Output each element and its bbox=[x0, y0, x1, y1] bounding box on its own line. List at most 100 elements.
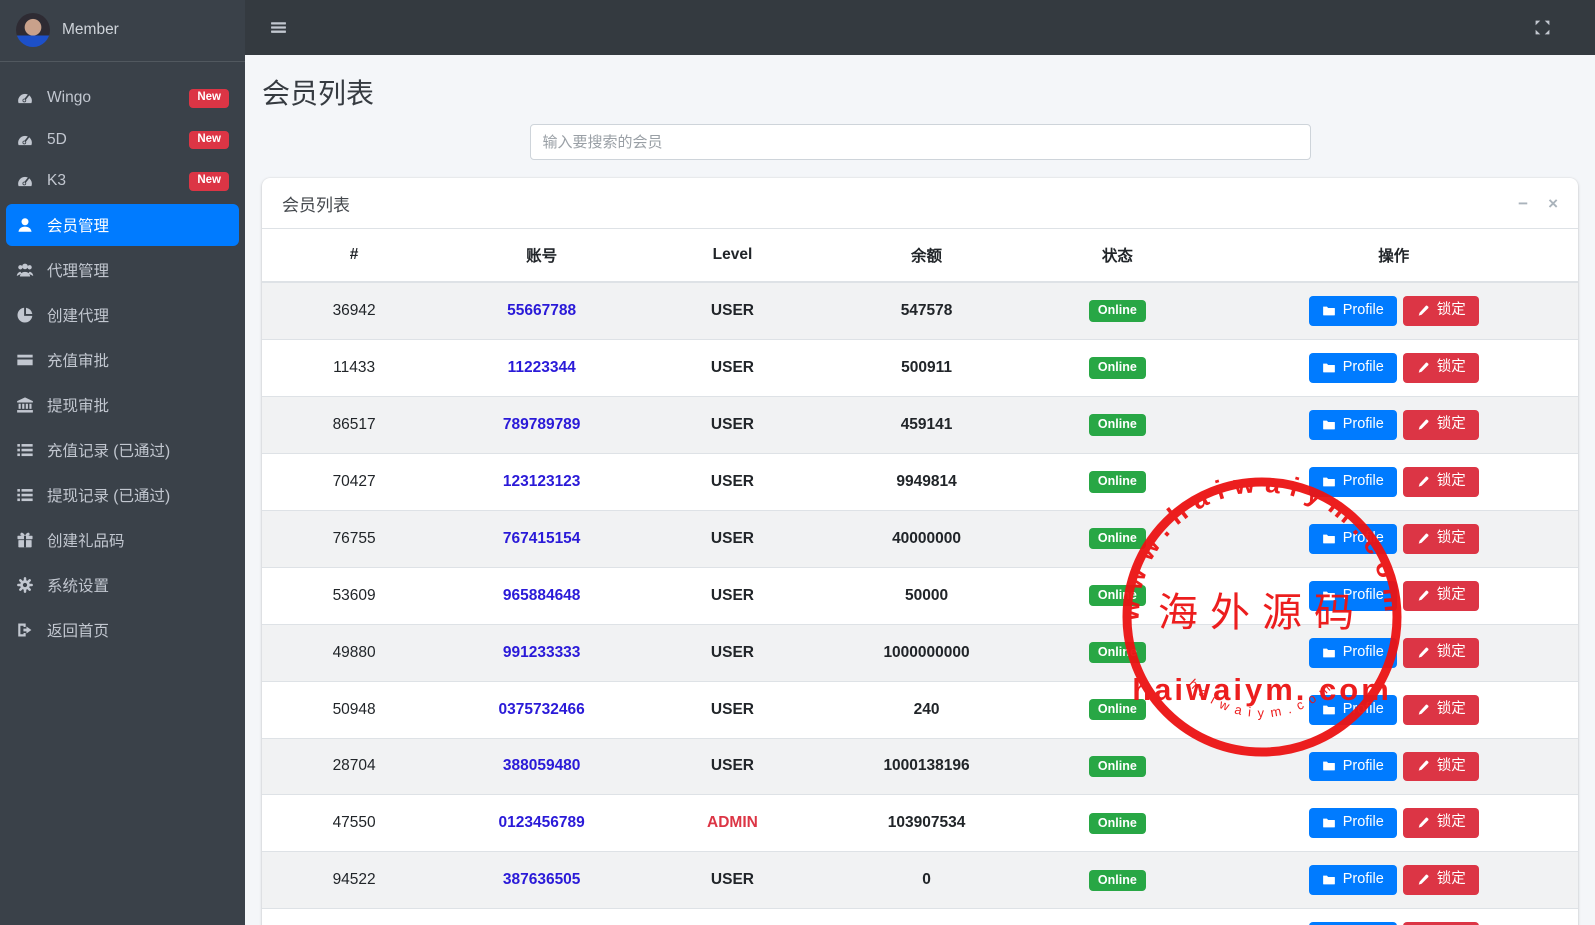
profile-button[interactable]: Profile bbox=[1308, 523, 1397, 554]
column-header: 状态 bbox=[1025, 228, 1210, 283]
cell-account: 11223344 bbox=[446, 338, 638, 397]
cell-balance: 0 bbox=[827, 851, 1026, 909]
cell-account: 0375732466 bbox=[446, 680, 638, 738]
sidebar-item-back-home[interactable]: 返回首页 bbox=[6, 609, 239, 651]
folder-icon bbox=[1322, 361, 1336, 375]
lock-button[interactable]: 锁定 bbox=[1402, 865, 1479, 896]
lock-button[interactable]: 锁定 bbox=[1402, 580, 1479, 611]
folder-icon bbox=[1322, 759, 1336, 773]
cell-status: Online bbox=[1025, 452, 1210, 511]
cell-id: 36942 bbox=[332, 301, 376, 319]
folder-icon bbox=[1322, 532, 1336, 546]
table-row: 11433 11223344 USER 500911 Online Profile 锁定 bbox=[262, 338, 1578, 397]
table-row: 94522 387636505 USER 0 Online Profile 锁定 bbox=[262, 851, 1578, 909]
sidebar-item-agent-manage[interactable]: 代理管理 bbox=[6, 249, 239, 291]
lock-button[interactable]: 锁定 bbox=[1402, 751, 1479, 782]
search-input[interactable] bbox=[529, 124, 1311, 160]
cell-balance: 1000000000 bbox=[827, 623, 1026, 682]
cell-id: 28704 bbox=[262, 737, 447, 795]
lock-button[interactable]: 锁定 bbox=[1402, 296, 1479, 326]
sidebar: Member Wingo New 5D New K3 New 会员管理 代理管理 创建代理 充值审… bbox=[0, 0, 245, 925]
lock-button[interactable]: 锁定 bbox=[1402, 637, 1479, 668]
cell-account: 388059480 bbox=[446, 737, 638, 795]
profile-button[interactable]: Profile bbox=[1308, 296, 1397, 326]
cell-id: 49880 bbox=[262, 623, 447, 682]
cell-id: 53609 bbox=[262, 566, 447, 625]
sidebar-item-k3[interactable]: K3 New bbox=[6, 162, 239, 201]
account-link[interactable]: 991233333 bbox=[503, 644, 581, 661]
sidebar-item-system-settings[interactable]: 系统设置 bbox=[6, 564, 239, 606]
status-badge: Online bbox=[1088, 527, 1146, 550]
table-row: 76755 767415154 USER 40000000 Online Profile 锁… bbox=[262, 509, 1578, 568]
folder-icon bbox=[1322, 873, 1336, 887]
avatar[interactable] bbox=[16, 13, 50, 47]
profile-button[interactable]: Profile bbox=[1308, 580, 1397, 611]
pie-chart-icon bbox=[16, 306, 34, 324]
sidebar-item-label: 系统设置 bbox=[47, 577, 110, 595]
sidebar-item-withdraw-approval[interactable]: 提现审批 bbox=[6, 384, 239, 426]
user-name: Member bbox=[62, 21, 119, 38]
account-link[interactable]: 965884648 bbox=[503, 587, 581, 604]
hamburger-icon[interactable] bbox=[270, 19, 287, 36]
lock-button[interactable]: 锁定 bbox=[1402, 409, 1479, 440]
profile-button[interactable]: Profile bbox=[1308, 751, 1397, 782]
lock-button[interactable]: 锁定 bbox=[1402, 808, 1479, 839]
sign-out-icon bbox=[16, 621, 34, 639]
close-icon[interactable]: × bbox=[1548, 195, 1558, 212]
profile-button-label: Profile bbox=[1342, 814, 1384, 831]
account-link[interactable]: 0375732466 bbox=[499, 701, 585, 718]
account-link[interactable]: 387636505 bbox=[503, 871, 581, 888]
cell-account: 0123456789 bbox=[446, 794, 638, 852]
status-badge: Online bbox=[1088, 869, 1146, 892]
cell-status: Online bbox=[1025, 851, 1210, 909]
account-link[interactable]: 767415154 bbox=[503, 530, 581, 547]
sidebar-item-wingo[interactable]: Wingo New bbox=[6, 79, 239, 118]
table-row: 53609 965884648 USER 50000 Online Profile 锁定 bbox=[262, 566, 1578, 625]
cell-balance: 103907534 bbox=[827, 794, 1026, 852]
lock-button-label: 锁定 bbox=[1436, 871, 1466, 888]
sidebar-item-create-agent[interactable]: 创建代理 bbox=[6, 294, 239, 336]
tachometer-icon bbox=[16, 131, 34, 149]
profile-button[interactable]: Profile bbox=[1308, 352, 1397, 383]
sidebar-item-recharge-records[interactable]: 充值记录 (已通过) bbox=[6, 429, 239, 471]
sidebar-item-create-giftcode[interactable]: 创建礼品码 bbox=[6, 519, 239, 561]
sidebar-item-5d[interactable]: 5D New bbox=[6, 121, 239, 160]
sidebar-item-withdraw-records[interactable]: 提现记录 (已通过) bbox=[6, 474, 239, 516]
minimize-icon[interactable]: − bbox=[1518, 195, 1528, 212]
lock-button[interactable]: 锁定 bbox=[1402, 466, 1479, 497]
cell-account: 789789789 bbox=[446, 395, 638, 454]
bank-icon bbox=[16, 396, 34, 414]
account-link[interactable]: 55667788 bbox=[507, 302, 576, 319]
new-badge: New bbox=[189, 172, 229, 191]
lock-button[interactable]: 锁定 bbox=[1402, 523, 1479, 554]
pencil-icon bbox=[1416, 361, 1430, 375]
profile-button[interactable]: Profile bbox=[1308, 694, 1397, 725]
sidebar-item-member-manage[interactable]: 会员管理 bbox=[6, 203, 239, 246]
profile-button-label: Profile bbox=[1342, 302, 1384, 318]
profile-button[interactable]: Profile bbox=[1308, 466, 1397, 497]
table-row: 49880 991233333 USER 1000000000 Online Profil… bbox=[262, 623, 1578, 682]
sidebar-item-label: 充值记录 (已通过) bbox=[47, 442, 171, 460]
profile-button[interactable]: Profile bbox=[1308, 808, 1397, 839]
table-row: 70427 123123123 USER 9949814 Online Profile 锁定 bbox=[262, 452, 1578, 511]
account-link[interactable]: 0123456789 bbox=[499, 814, 585, 831]
cell-actions: Profile 锁定 bbox=[1209, 623, 1578, 682]
sidebar-item-recharge-approval[interactable]: 充值审批 bbox=[6, 339, 239, 381]
cell-actions: Profile 锁定 bbox=[1209, 851, 1578, 909]
profile-button[interactable]: Profile bbox=[1308, 637, 1397, 668]
lock-button-label: 锁定 bbox=[1436, 586, 1466, 603]
lock-button[interactable]: 锁定 bbox=[1402, 352, 1479, 383]
fullscreen-icon[interactable] bbox=[1534, 19, 1551, 36]
cell-level: USER bbox=[637, 566, 828, 625]
lock-button[interactable]: 锁定 bbox=[1402, 694, 1479, 725]
account-link[interactable]: 123123123 bbox=[503, 473, 581, 490]
profile-button[interactable]: Profile bbox=[1308, 865, 1397, 896]
account-link[interactable]: 789789789 bbox=[503, 416, 581, 433]
cell-level: USER bbox=[637, 282, 828, 339]
cell-account: 767415154 bbox=[446, 509, 638, 568]
account-link[interactable]: 388059480 bbox=[503, 757, 581, 774]
account-link[interactable]: 11223344 bbox=[508, 359, 576, 376]
level-label: USER bbox=[710, 415, 754, 433]
sidebar-item-label: 5D bbox=[47, 130, 67, 148]
profile-button[interactable]: Profile bbox=[1308, 409, 1397, 440]
